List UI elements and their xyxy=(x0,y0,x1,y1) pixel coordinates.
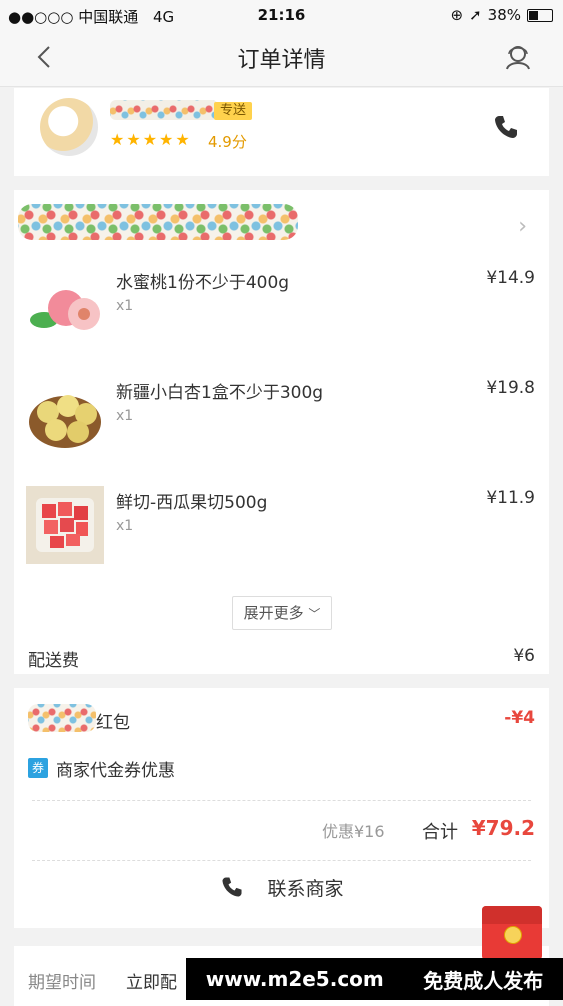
item-name: 新疆小白杏1盒不少于300g xyxy=(116,383,324,403)
item-name: 水蜜桃1份不少于400g xyxy=(116,273,290,293)
discount-card: 红包 -¥4 券 商家代金券优惠 优惠¥16 合计 ¥79.2 联系商家 xyxy=(14,688,549,928)
rating-stars-icon: ★★★★★ xyxy=(110,130,192,149)
rider-avatar xyxy=(40,98,98,156)
watermelon-thumbnail xyxy=(26,486,104,564)
peach-thumbnail xyxy=(26,266,104,344)
expected-time-label: 期望时间 xyxy=(28,973,96,993)
coupon-label: 商家代金券优惠 xyxy=(56,761,175,781)
expand-more-button[interactable]: 展开更多 ﹀ xyxy=(232,596,332,630)
rating-score: 4.9分 xyxy=(208,133,247,151)
divider xyxy=(32,860,531,861)
chevron-down-icon: ﹀ xyxy=(308,607,321,621)
hongbao-label: 红包 xyxy=(96,713,130,733)
battery-icon xyxy=(527,8,553,22)
contact-merchant-label: 联系商家 xyxy=(267,878,344,900)
item-price: ¥11.9 xyxy=(486,488,535,508)
call-rider-phone-icon[interactable] xyxy=(491,112,521,142)
item-quantity: x1 xyxy=(116,408,134,424)
hongbao-source-blurred xyxy=(28,704,96,732)
total-label: 合计 xyxy=(422,822,458,843)
item-quantity: x1 xyxy=(116,518,134,534)
item-name: 鲜切-西瓜果切500g xyxy=(116,493,268,513)
nav-bar: 订单详情 xyxy=(0,30,563,87)
phone-icon xyxy=(222,877,243,897)
apricot-thumbnail xyxy=(26,376,104,454)
order-item: 水蜜桃1份不少于400g x1 ¥14.9 xyxy=(14,256,549,356)
total-value: ¥79.2 xyxy=(471,816,535,840)
coin-icon xyxy=(504,926,522,944)
expand-more-label: 展开更多 xyxy=(243,604,304,622)
delivery-fee-value: ¥6 xyxy=(513,646,535,666)
contact-merchant-button[interactable]: 联系商家 xyxy=(14,874,549,914)
rider-card: 专送 ★★★★★ 4.9分 xyxy=(14,88,549,176)
red-packet-icon xyxy=(482,906,542,924)
delivery-badge: 专送 xyxy=(214,102,253,120)
rider-name-blurred xyxy=(110,100,218,120)
delivery-fee-label: 配送费 xyxy=(28,651,79,671)
status-icons: ⊕ ➚ 38% xyxy=(450,6,553,24)
order-item: 新疆小白杏1盒不少于300g x1 ¥19.8 xyxy=(14,366,549,466)
status-bar: ●●○○○ 中国联通 4G 21:16 ⊕ ➚ 38% xyxy=(0,0,563,30)
watermark-url: www.m2e5.com xyxy=(205,967,384,991)
lock-rotation-icon: ⊕ xyxy=(450,6,464,24)
hongbao-value: -¥4 xyxy=(504,708,535,728)
location-arrow-icon: ➚ xyxy=(469,6,482,24)
watermark-banner: www.m2e5.com 免费成人发布 xyxy=(186,958,563,1000)
divider xyxy=(32,800,531,801)
watermark-text: 免费成人发布 xyxy=(423,968,544,993)
page-title: 订单详情 xyxy=(237,48,326,73)
chevron-right-icon[interactable]: › xyxy=(518,214,527,239)
battery-percent: 38% xyxy=(487,6,521,24)
shop-name-blurred[interactable] xyxy=(18,204,298,240)
order-card: › 水蜜桃1份不少于400g x1 ¥14.9 新疆小白杏1盒不少于300g x… xyxy=(14,190,549,674)
red-packet-float-button[interactable] xyxy=(482,906,542,960)
item-price: ¥19.8 xyxy=(486,378,535,398)
discount-summary: 优惠¥16 xyxy=(322,822,385,841)
item-quantity: x1 xyxy=(116,298,134,314)
coupon-icon: 券 xyxy=(28,758,48,778)
item-price: ¥14.9 xyxy=(486,268,535,288)
order-item: 鲜切-西瓜果切500g x1 ¥11.9 xyxy=(14,476,549,576)
expected-time-value: 立即配 xyxy=(126,973,177,993)
customer-service-icon[interactable] xyxy=(503,42,533,72)
